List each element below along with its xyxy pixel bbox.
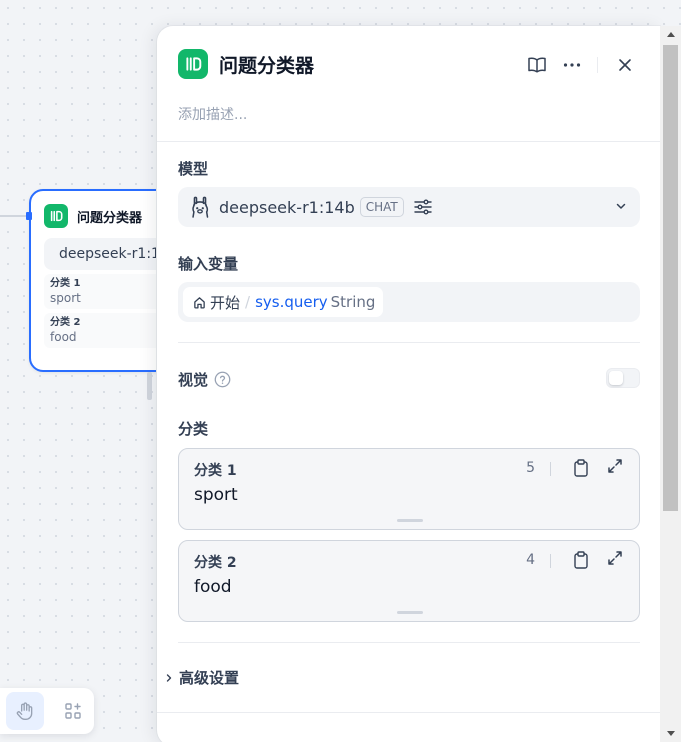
node-class-value: sport [50, 291, 81, 305]
question-classifier-icon [44, 204, 68, 228]
advanced-settings-toggle[interactable]: 高级设置 [165, 667, 239, 688]
class-char-count: 4 [526, 552, 535, 568]
divider [157, 141, 660, 142]
input-variable-field[interactable]: 开始 / sys.query String [178, 282, 640, 322]
clipboard-icon[interactable] [573, 459, 589, 477]
question-classifier-icon [178, 49, 208, 79]
class-label: 分类 1 [194, 463, 237, 479]
divider [550, 554, 551, 568]
vision-label: 视觉 [178, 370, 209, 389]
expand-icon[interactable] [607, 550, 623, 566]
header-actions [524, 52, 638, 78]
resize-grip[interactable] [397, 519, 423, 522]
divider [157, 712, 660, 713]
node-class-item: 分类 1 sport [44, 274, 169, 309]
scroll-thumb[interactable] [663, 45, 678, 511]
close-icon [619, 59, 631, 71]
description-input[interactable]: 添加描述... [178, 104, 247, 124]
more-button[interactable] [559, 52, 585, 78]
class-value[interactable]: sport [194, 485, 238, 505]
triangle-down-icon [666, 731, 675, 736]
add-block-icon [65, 703, 81, 719]
clipboard-icon[interactable] [573, 551, 589, 569]
node-title: 问题分类器 [77, 210, 143, 226]
sliders-icon[interactable] [414, 199, 432, 215]
divider [178, 342, 640, 343]
panel-header: 问题分类器 [178, 48, 660, 80]
close-button[interactable] [612, 52, 638, 78]
variable-type: String [330, 293, 376, 311]
class-label: 分类 2 [194, 555, 237, 571]
scroll-down-button[interactable] [660, 725, 681, 742]
triangle-up-icon [666, 32, 675, 37]
help-docs-button[interactable] [524, 52, 550, 78]
node-settings-panel: 问题分类器 添加描述... 模型 deepseek-r1:14b CHAT 输入… [157, 26, 660, 742]
header-divider [597, 57, 598, 73]
divider [550, 462, 551, 476]
node-class-label: 分类 1 [50, 278, 81, 289]
variable-name: sys.query [255, 293, 328, 311]
hand-icon [16, 702, 33, 720]
help-circle-icon[interactable] [214, 371, 231, 388]
add-block-button[interactable] [54, 692, 92, 730]
class-char-count: 5 [526, 460, 535, 476]
home-icon [194, 296, 205, 309]
canvas-toolbar [0, 688, 94, 734]
pan-mode-button[interactable] [6, 692, 44, 730]
advanced-settings-label: 高级设置 [179, 669, 240, 687]
node-input-handle[interactable] [26, 212, 32, 220]
book-icon [528, 57, 546, 73]
variable-source-node: 开始 [210, 293, 241, 312]
node-class-item: 分类 2 food [44, 313, 169, 348]
class-card[interactable]: 分类 2 food 4 [178, 540, 640, 622]
node-resize-handle[interactable] [147, 372, 152, 400]
node-model-name: deepseek-r1:14b [59, 246, 169, 262]
node-header: 问题分类器 [31, 191, 177, 236]
node-class-label: 分类 2 [50, 317, 81, 328]
chevron-right-icon [166, 673, 172, 682]
class-card[interactable]: 分类 1 sport 5 [178, 448, 640, 530]
variable-separator: / [245, 293, 251, 311]
more-horizontal-icon [563, 63, 581, 67]
ollama-llama-icon [192, 196, 209, 218]
variable-chip[interactable]: 开始 / sys.query String [183, 287, 384, 317]
panel-title[interactable]: 问题分类器 [219, 51, 314, 78]
class-value[interactable]: food [194, 577, 232, 597]
model-selector[interactable]: deepseek-r1:14b CHAT [178, 187, 640, 227]
node-class-value: food [50, 330, 77, 344]
scroll-up-button[interactable] [660, 26, 681, 43]
node-model-chip: deepseek-r1:14b [44, 238, 169, 270]
resize-grip[interactable] [397, 611, 423, 614]
toggle-knob [609, 371, 623, 385]
expand-icon[interactable] [607, 458, 623, 474]
vision-toggle[interactable] [606, 368, 640, 388]
vision-row: 视觉 [178, 368, 640, 390]
model-mode-badge: CHAT [359, 197, 404, 217]
input-variable-label: 输入变量 [178, 255, 239, 273]
model-name: deepseek-r1:14b [219, 197, 355, 217]
panel-scrollbar[interactable] [660, 26, 681, 742]
divider [178, 642, 640, 643]
chevron-down-icon [616, 203, 626, 209]
model-section-label: 模型 [178, 160, 209, 178]
classes-section-label: 分类 [178, 420, 209, 438]
